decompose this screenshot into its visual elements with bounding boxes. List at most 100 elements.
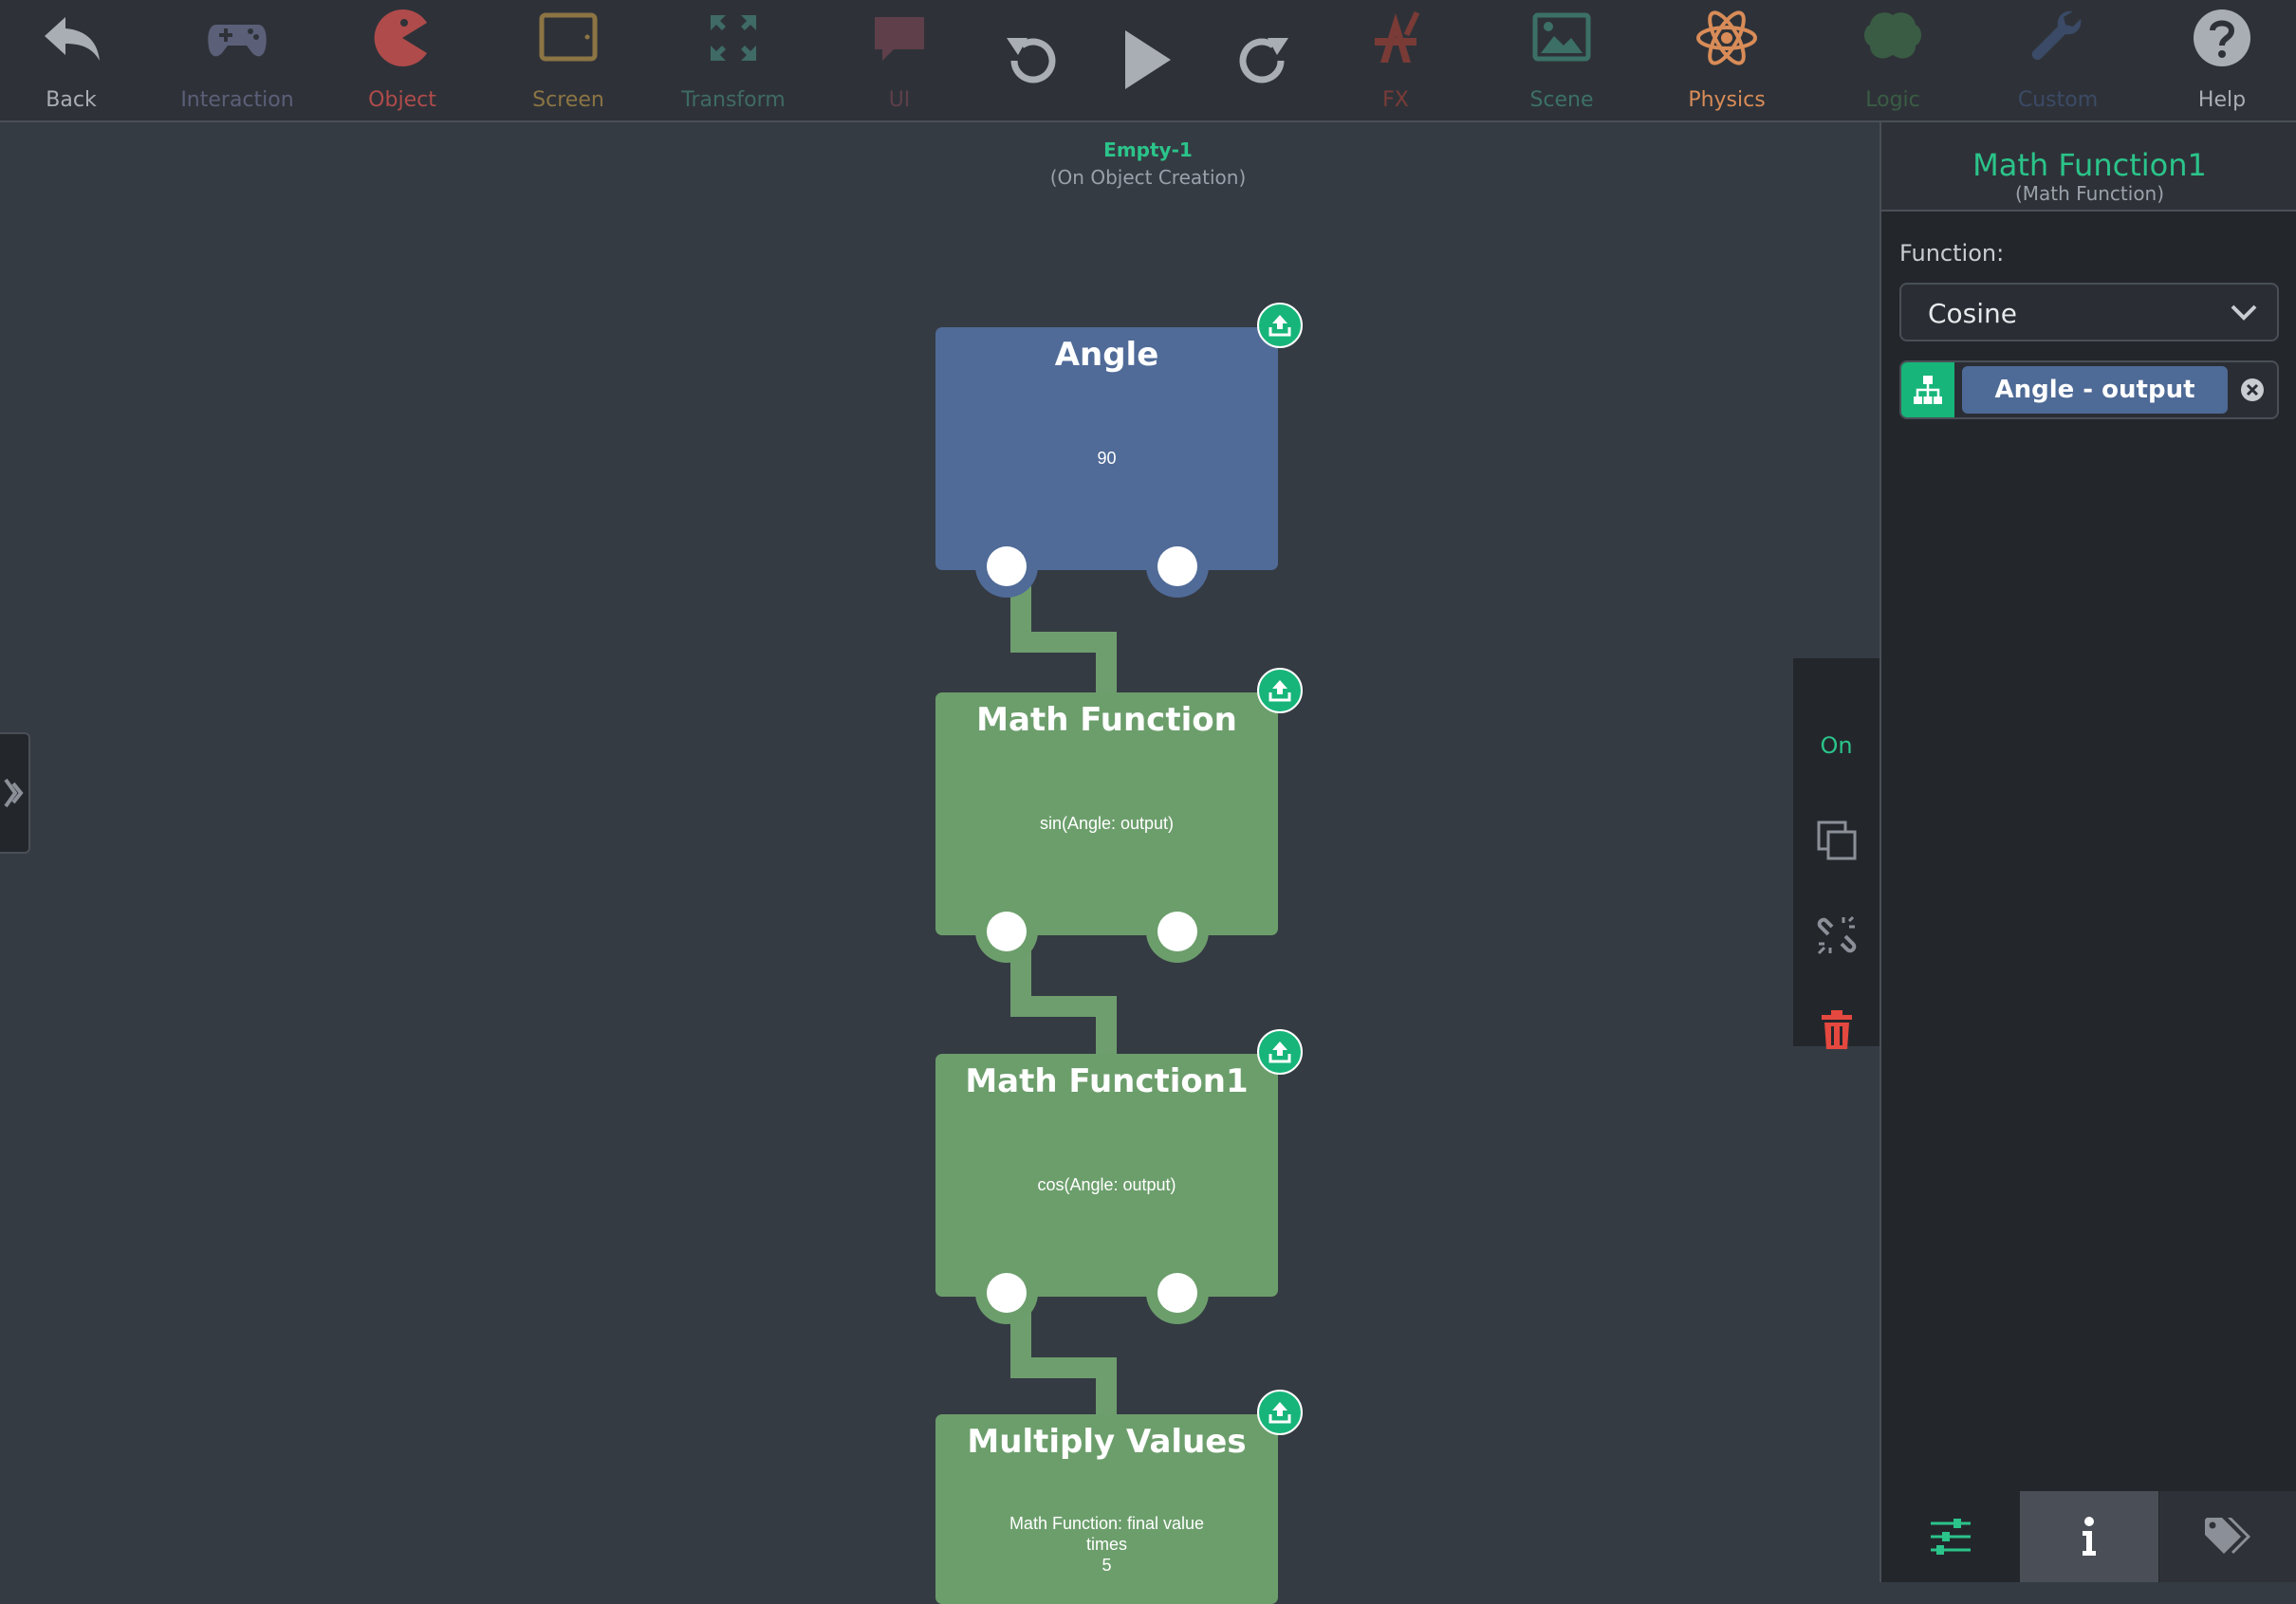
toolbar-custom-button[interactable]: Custom <box>1975 0 2140 120</box>
toggle-on-button[interactable]: On <box>1793 708 1879 784</box>
landscape-image-icon <box>1532 12 1591 62</box>
redo-icon[interactable] <box>1228 25 1298 95</box>
unlink-button[interactable] <box>1793 897 1879 973</box>
node-multiply-values[interactable]: Multiply Values Math Function: final val… <box>935 1390 1303 1604</box>
sliders-icon <box>1931 1519 1971 1555</box>
node-action-bar: On <box>1793 658 1879 1049</box>
duplicate-icon <box>1817 820 1856 860</box>
node-expression-line3: 5 <box>1102 1556 1112 1575</box>
toolbar-help-button[interactable]: Help <box>2139 0 2296 120</box>
tab-info[interactable] <box>2020 1491 2158 1582</box>
undo-icon[interactable] <box>997 25 1067 95</box>
help-question-icon <box>2194 9 2250 66</box>
hierarchy-button[interactable] <box>1901 362 1954 417</box>
function-select[interactable]: Cosine <box>1899 283 2279 341</box>
toolbar-object-label: Object <box>368 88 436 112</box>
play-icon[interactable] <box>1112 25 1182 95</box>
inspector-subtitle: (Math Function) <box>2014 182 2165 205</box>
atom-icon <box>1696 10 1757 65</box>
wrench-icon <box>2031 10 2082 61</box>
remove-input-icon[interactable] <box>2240 378 2265 402</box>
toolbar-help-label: Help <box>2197 88 2247 112</box>
inspector-tabs <box>1881 1491 2296 1582</box>
node-expression-line2: times <box>1085 1535 1127 1554</box>
inspector-panel: Math Function1 (Math Function) Function:… <box>1879 122 2296 1582</box>
unlink-icon <box>1817 915 1856 955</box>
toolbar-fx-button[interactable]: FX <box>1313 0 1478 120</box>
input-binding-row: Angle - output <box>1899 360 2279 419</box>
pacman-icon <box>374 9 427 66</box>
export-button[interactable] <box>1257 1390 1303 1435</box>
fx-brush-icon <box>1375 10 1420 63</box>
back-arrow-icon <box>45 17 100 61</box>
toggle-on-label: On <box>1820 732 1853 759</box>
output-port-right[interactable] <box>1146 900 1209 963</box>
toolbar-scene-button[interactable]: Scene <box>1479 0 1644 120</box>
toolbar-fx-label: FX <box>1382 88 1409 112</box>
output-port-right[interactable] <box>1146 535 1209 598</box>
toolbar-physics-button[interactable]: Physics <box>1644 0 1809 120</box>
function-label: Function: <box>1899 240 2005 267</box>
hierarchy-icon <box>1914 376 1942 404</box>
toolbar-logic-label: Logic <box>1865 88 1920 112</box>
inspector-title: Math Function1 <box>1972 147 2207 183</box>
output-port-right[interactable] <box>1146 1262 1209 1324</box>
export-button[interactable] <box>1257 668 1303 713</box>
tags-icon <box>2205 1518 2250 1554</box>
toolbar-screen-button[interactable]: Screen <box>486 0 651 120</box>
node-title: Math Function1 <box>965 1062 1249 1100</box>
info-icon <box>2083 1517 2096 1556</box>
toolbar-transform-label: Transform <box>681 88 786 112</box>
output-port-left[interactable] <box>975 1262 1038 1324</box>
node-angle[interactable]: Angle 90 <box>935 303 1303 598</box>
tab-tags[interactable] <box>2159 1491 2296 1582</box>
toolbar-interaction-button[interactable]: Interaction <box>155 0 320 120</box>
inspector-header: Math Function1 (Math Function) <box>1881 122 2296 212</box>
node-expression: sin(Angle: output) <box>1039 814 1175 833</box>
toolbar-screen-label: Screen <box>532 88 604 112</box>
delete-button[interactable] <box>1793 992 1879 1068</box>
toolbar-object-button[interactable]: Object <box>320 0 485 120</box>
upload-icon <box>1268 1402 1291 1424</box>
toolbar-logic-button[interactable]: Logic <box>1810 0 1975 120</box>
export-button[interactable] <box>1257 303 1303 348</box>
upload-icon <box>1268 1042 1291 1063</box>
delete-trash-icon <box>1821 1010 1852 1049</box>
toolbar-back-label: Back <box>46 88 97 112</box>
node-expression-line1: Math Function: final value <box>1009 1514 1205 1533</box>
toolbar-transform-button[interactable]: Transform <box>651 0 816 120</box>
upload-icon <box>1268 680 1291 702</box>
function-select-value: Cosine <box>1928 298 2018 329</box>
tablet-icon <box>539 12 598 62</box>
toolbar-ui-label: UI <box>888 88 911 112</box>
double-chevron-right-icon <box>4 778 24 808</box>
gamepad-icon <box>208 25 267 57</box>
export-button[interactable] <box>1257 1029 1303 1075</box>
duplicate-button[interactable] <box>1793 802 1879 878</box>
toolbar-back-button[interactable]: Back <box>0 0 154 120</box>
toolbar-physics-label: Physics <box>1688 88 1766 112</box>
top-toolbar: Back Interaction Object Screen Transform… <box>0 0 2296 122</box>
node-title: Angle <box>1054 336 1159 374</box>
brain-icon <box>1864 12 1921 59</box>
tab-properties[interactable] <box>1881 1491 2020 1582</box>
toolbar-ui-button[interactable]: UI <box>817 0 982 120</box>
expand-sidebar-tab[interactable] <box>0 732 30 854</box>
expand-arrows-icon <box>711 15 756 61</box>
node-math-function[interactable]: Math Function sin(Angle: output) <box>935 668 1303 963</box>
node-value: 90 <box>1097 449 1117 468</box>
output-port-left[interactable] <box>975 535 1038 598</box>
object-name-label: Empty-1 <box>1103 138 1193 161</box>
toolbar-interaction-label: Interaction <box>180 88 294 112</box>
trigger-label: (On Object Creation) <box>1049 166 1247 189</box>
node-expression: cos(Angle: output) <box>1037 1175 1176 1194</box>
node-math-function1[interactable]: Math Function1 cos(Angle: output) <box>935 1029 1303 1324</box>
input-chip[interactable]: Angle - output <box>1962 366 2228 414</box>
speech-bubble-icon <box>875 17 924 61</box>
toolbar-scene-label: Scene <box>1529 88 1594 112</box>
output-port-left[interactable] <box>975 900 1038 963</box>
toolbar-custom-label: Custom <box>2017 88 2099 112</box>
node-title: Math Function <box>976 701 1237 739</box>
node-title: Multiply Values <box>967 1423 1247 1461</box>
upload-icon <box>1268 315 1291 337</box>
